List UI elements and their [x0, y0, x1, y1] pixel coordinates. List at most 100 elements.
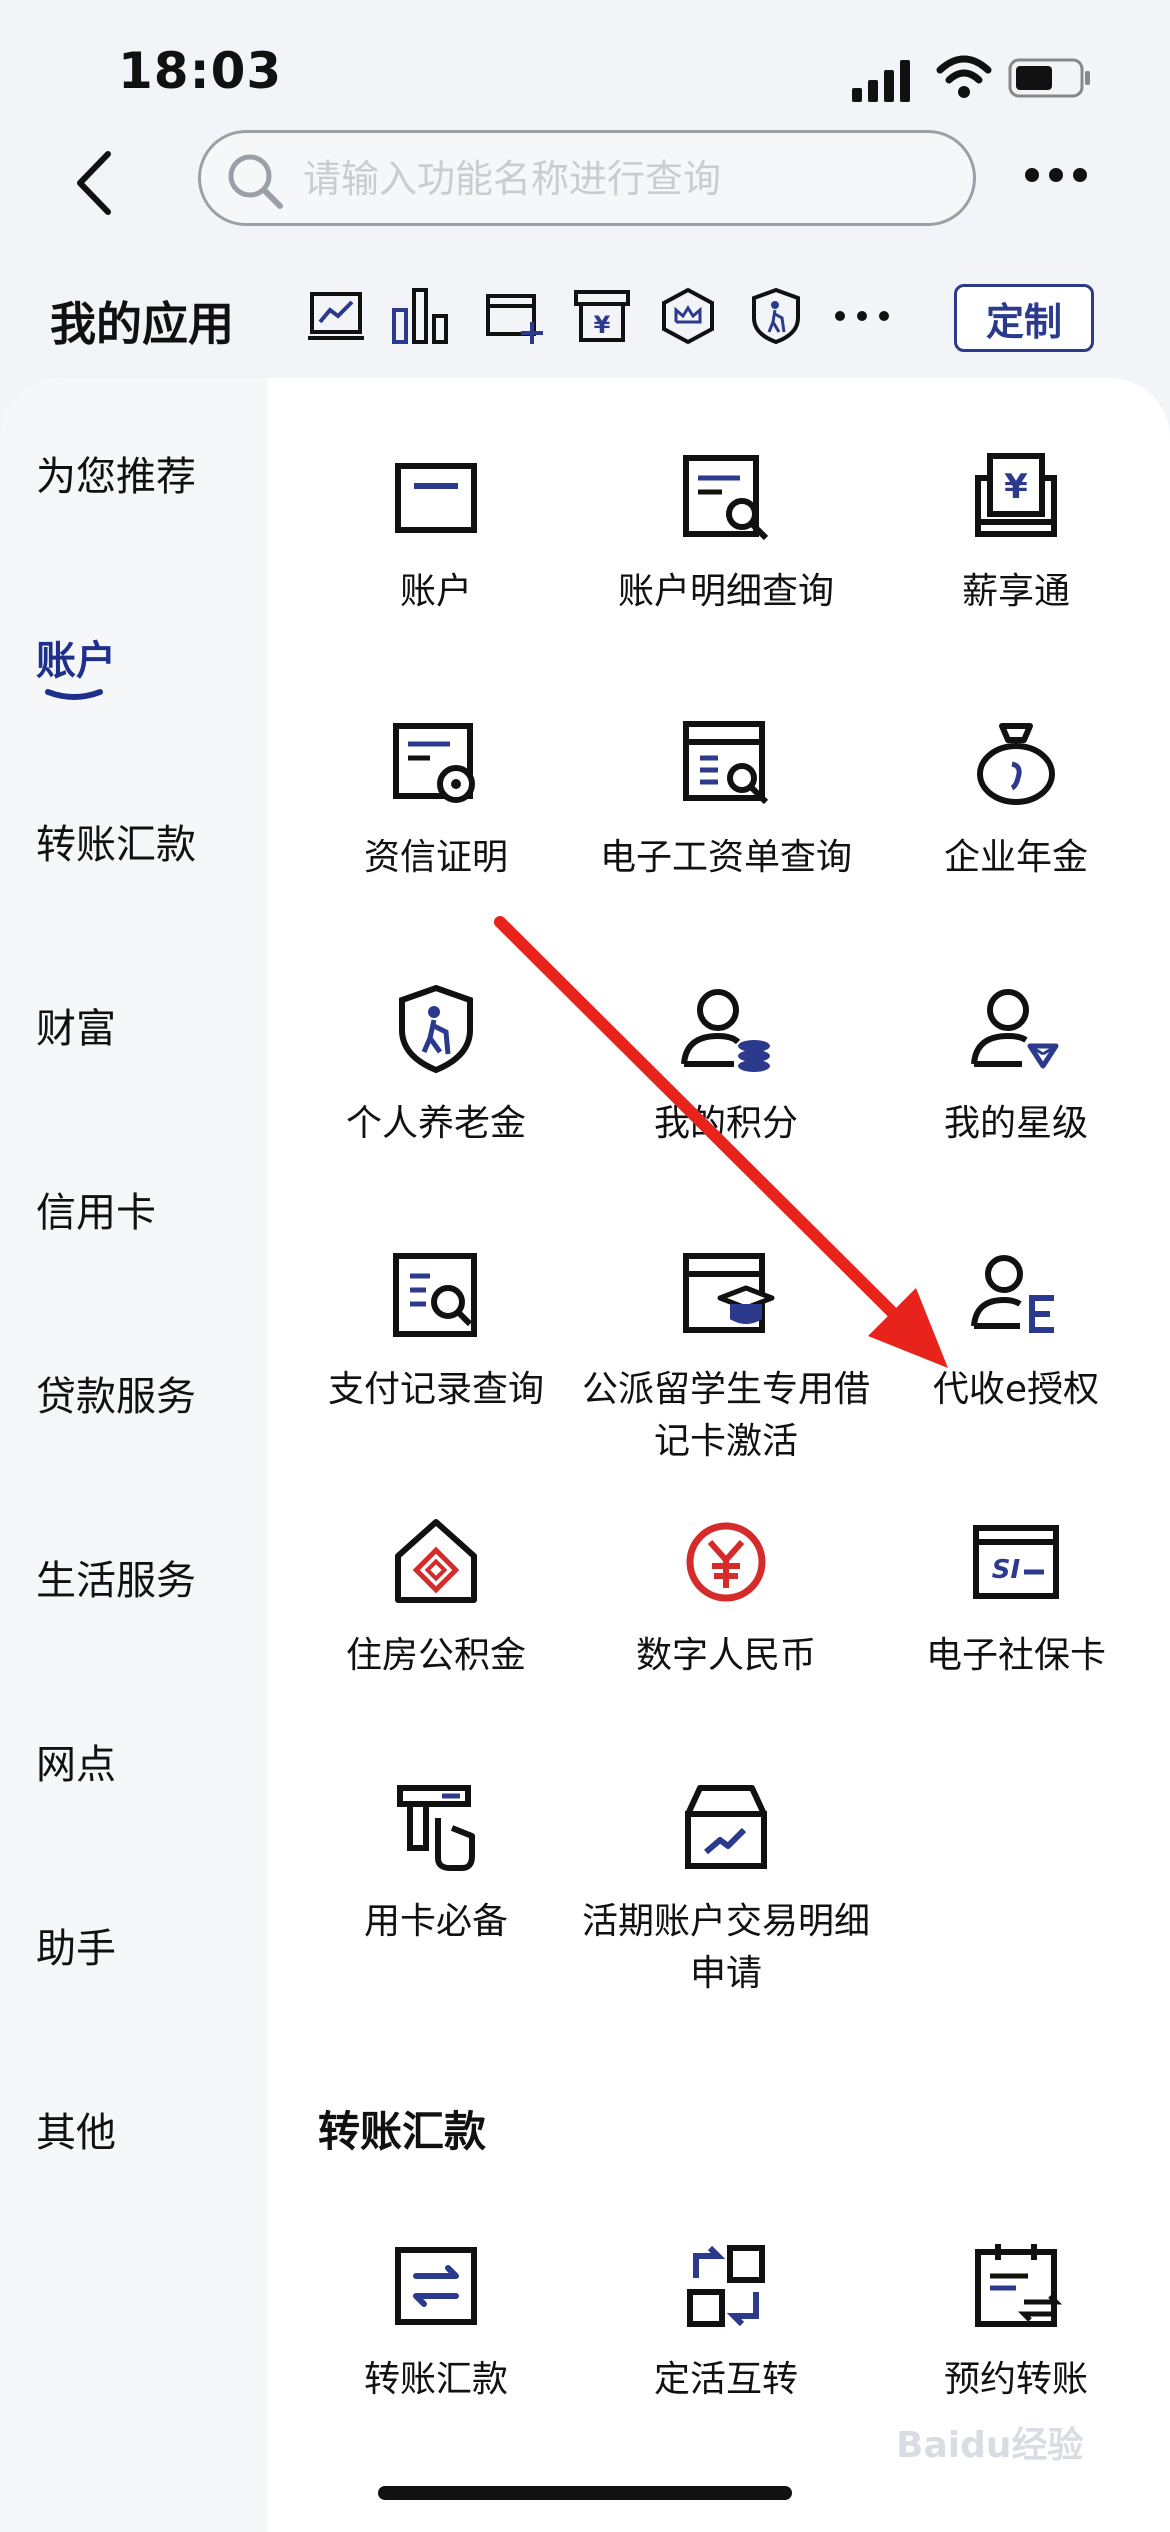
- svg-text:SI: SI: [992, 1555, 1021, 1585]
- tile-label: 公派留学生专用借记卡激活: [581, 1369, 870, 1462]
- tile-label: 预约转账: [943, 2359, 1088, 2400]
- sidebar-item-transfer[interactable]: 转账汇款: [36, 812, 196, 870]
- card-icon: [395, 463, 477, 533]
- certificate-icon: [393, 723, 475, 803]
- tile-label: 转账汇款: [363, 2359, 508, 2400]
- tile-transfer[interactable]: 转账汇款: [291, 2236, 581, 2406]
- user-e-icon: [971, 1255, 1054, 1333]
- calendar-transfer-icon: [975, 2244, 1063, 2327]
- tile-label: 用卡必备: [363, 1901, 508, 1942]
- sidebar-item-credit-card[interactable]: 信用卡: [36, 1180, 156, 1238]
- record-search-icon: [393, 1253, 477, 1337]
- tile-label: 活期账户交易明细申请: [581, 1901, 870, 1994]
- tile-credit-certificate[interactable]: 资信证明: [291, 714, 581, 884]
- back-arrow-icon[interactable]: [70, 148, 120, 218]
- tile-label: 账户明细查询: [617, 571, 834, 612]
- tile-label: 我的积分: [653, 1103, 798, 1144]
- user-diamond-icon: [971, 989, 1059, 1069]
- more-options-icon[interactable]: [1024, 160, 1088, 190]
- status-time: 18:03: [118, 42, 283, 100]
- payslip-search-icon: [683, 721, 769, 805]
- social-security-card-icon: SI: [973, 1525, 1059, 1599]
- watermark: Baidu经验: [896, 2425, 1084, 2466]
- cellular-signal-icon: [852, 60, 910, 102]
- more-apps-icon[interactable]: [832, 286, 892, 346]
- tile-scheduled-transfer[interactable]: 预约转账: [871, 2236, 1161, 2406]
- tile-my-points[interactable]: 我的积分: [581, 980, 871, 1150]
- svg-text:¥: ¥: [594, 311, 611, 339]
- tile-card-essentials[interactable]: 用卡必备: [291, 1778, 581, 1948]
- digital-yuan-icon: [686, 1522, 766, 1602]
- tile-label: 住房公积金: [345, 1635, 526, 1676]
- crown-badge-icon[interactable]: [658, 286, 718, 346]
- tile-label: 个人养老金: [345, 1103, 526, 1144]
- sidebar-item-assistant[interactable]: 助手: [36, 1916, 116, 1974]
- tile-enterprise-annuity[interactable]: 企业年金: [871, 714, 1161, 884]
- pension-shield-icon[interactable]: [746, 286, 806, 346]
- sidebar-item-loans[interactable]: 贷款服务: [36, 1364, 196, 1422]
- tile-label: 资信证明: [363, 837, 508, 878]
- tile-personal-pension[interactable]: 个人养老金: [291, 980, 581, 1150]
- tile-label: 代收e授权: [932, 1369, 1100, 1410]
- tile-label: 账户: [399, 571, 472, 612]
- tile-e-authorization[interactable]: 代收e授权: [871, 1246, 1161, 1416]
- bar-chart-icon[interactable]: [390, 286, 450, 346]
- customize-button[interactable]: 定制: [954, 284, 1094, 352]
- yuan-device-icon: ¥: [975, 453, 1057, 537]
- house-icon: [395, 1519, 477, 1603]
- tile-label: 数字人民币: [635, 1635, 816, 1676]
- tile-account-details[interactable]: 账户明细查询: [581, 448, 871, 618]
- tile-student-card-activation[interactable]: 公派留学生专用借记卡激活: [581, 1246, 871, 1468]
- tile-label: 薪享通: [961, 571, 1070, 612]
- active-tab-indicator: [45, 689, 103, 700]
- sidebar-item-wealth[interactable]: 财富: [36, 996, 116, 1054]
- tile-label: 电子工资单查询: [599, 837, 852, 878]
- tile-label: 电子社保卡: [925, 1635, 1106, 1676]
- wifi-icon: [936, 55, 992, 98]
- svg-text:¥: ¥: [1004, 467, 1028, 507]
- tile-fixed-current-transfer[interactable]: 定活互转: [581, 2236, 871, 2406]
- tile-payment-records[interactable]: 支付记录查询: [291, 1246, 581, 1416]
- pension-shield-icon: [399, 984, 473, 1074]
- sidebar-item-other[interactable]: 其他: [36, 2100, 116, 2158]
- tile-label: 我的星级: [943, 1103, 1088, 1144]
- search-input[interactable]: [301, 133, 945, 225]
- sidebar-item-life[interactable]: 生活服务: [36, 1548, 196, 1606]
- battery-icon: [1008, 58, 1090, 98]
- sidebar-item-recommended[interactable]: 为您推荐: [36, 444, 196, 502]
- tile-label: 企业年金: [943, 837, 1088, 878]
- card-hand-icon: [397, 1785, 475, 1871]
- sidebar-item-branches[interactable]: 网点: [36, 1732, 116, 1790]
- box-chart-icon: [685, 1785, 767, 1869]
- document-search-icon: [683, 455, 769, 541]
- function-grid: 账户 账户明细查询 ¥ 薪享通 资信证明 电子工资单查询 企业年金 个人养老金 …: [268, 378, 1170, 2532]
- tile-digital-rmb[interactable]: 数字人民币: [581, 1512, 871, 1682]
- tile-salary-service[interactable]: ¥ 薪享通: [871, 448, 1161, 618]
- nav-bar: [0, 120, 1170, 230]
- user-coins-icon: [681, 989, 770, 1072]
- main-panel: 为您推荐 账户 转账汇款 财富 信用卡 贷款服务 生活服务 网点 助手 其他 账…: [0, 378, 1170, 2532]
- tile-transaction-details-application[interactable]: 活期账户交易明细申请: [581, 1778, 871, 2000]
- search-bar[interactable]: [198, 130, 976, 226]
- transfer-arrows-icon: [395, 2247, 477, 2325]
- graduation-card-icon: [683, 1253, 775, 1333]
- search-icon: [228, 154, 283, 209]
- tile-label: 支付记录查询: [327, 1369, 544, 1410]
- home-indicator: [378, 2486, 792, 2500]
- add-card-icon[interactable]: [484, 286, 544, 346]
- yuan-box-icon[interactable]: ¥: [572, 286, 632, 346]
- trend-chart-icon[interactable]: [306, 286, 366, 346]
- my-apps-bar: 我的应用 ¥ 定制: [0, 270, 1170, 370]
- tile-account[interactable]: 账户: [291, 448, 581, 618]
- tile-housing-fund[interactable]: 住房公积金: [291, 1512, 581, 1682]
- tile-e-social-security-card[interactable]: SI 电子社保卡: [871, 1512, 1161, 1682]
- my-apps-title: 我的应用: [50, 297, 234, 351]
- section-title-transfer: 转账汇款: [318, 2107, 487, 2156]
- swap-squares-icon: [687, 2245, 765, 2327]
- sidebar-item-account[interactable]: 账户: [36, 628, 116, 686]
- category-sidebar: 为您推荐 账户 转账汇款 财富 信用卡 贷款服务 生活服务 网点 助手 其他: [0, 378, 268, 2532]
- tile-e-payslip[interactable]: 电子工资单查询: [581, 714, 871, 884]
- tile-my-star-level[interactable]: 我的星级: [871, 980, 1161, 1150]
- money-bag-icon: [977, 723, 1055, 805]
- tile-label: 定活互转: [653, 2359, 798, 2400]
